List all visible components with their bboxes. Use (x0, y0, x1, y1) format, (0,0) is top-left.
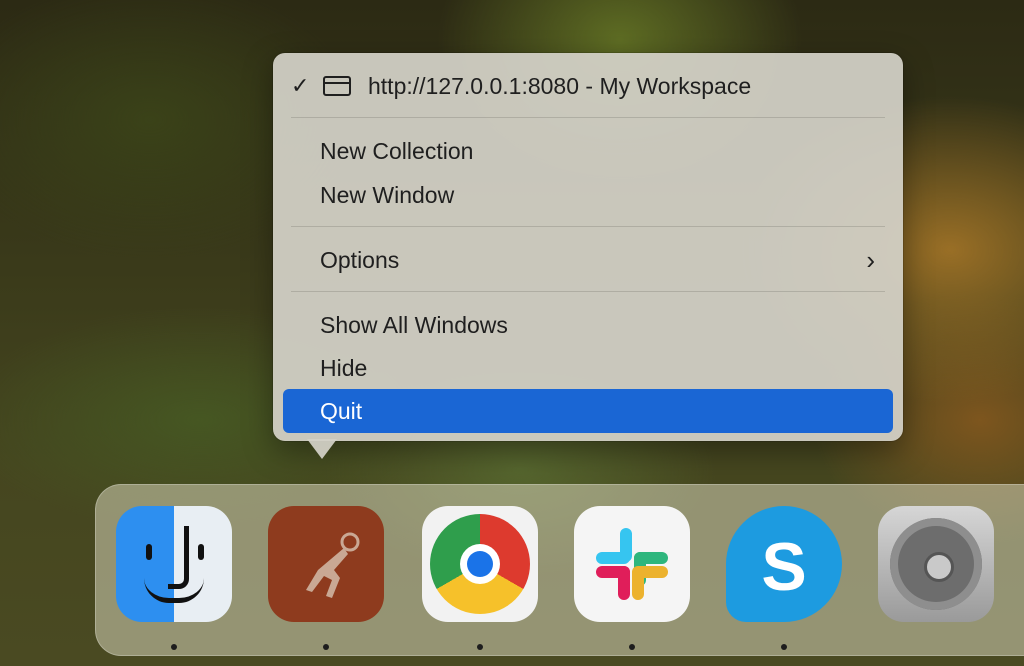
finder-icon[interactable] (116, 506, 232, 622)
chrome-icon[interactable] (422, 506, 538, 622)
menu-item-label: Options (320, 247, 400, 273)
menu-item-label: Hide (320, 355, 368, 381)
menu-item-label: http://127.0.0.1:8080 - My Workspace (368, 73, 752, 99)
skype-s-glyph: S (761, 529, 807, 605)
menu-item-label: New Window (320, 182, 455, 208)
dock-context-menu: ✓ http://127.0.0.1:8080 - My Workspace N… (273, 53, 903, 441)
menu-separator (291, 117, 885, 118)
menu-separator (291, 226, 885, 227)
chrome-core (467, 551, 493, 577)
finder-smile (144, 578, 204, 603)
running-indicator (629, 644, 635, 650)
running-indicator (781, 644, 787, 650)
postman-icon[interactable] (268, 506, 384, 622)
menu-item-label: Quit (320, 398, 363, 424)
menu-item-quit[interactable]: Quit (283, 389, 893, 433)
menu-separator (291, 291, 885, 292)
chevron-right-icon: › (866, 245, 875, 275)
running-indicator (171, 644, 177, 650)
skype-icon[interactable]: S (726, 506, 842, 622)
slack-logo-icon (596, 528, 668, 600)
running-indicator (323, 644, 329, 650)
gear-hub (924, 552, 954, 582)
menu-pointer (307, 439, 337, 459)
chrome-ring (430, 514, 530, 614)
menu-item-new-collection[interactable]: New Collection (283, 131, 893, 171)
finder-eye (146, 544, 152, 560)
menu-item-current-window[interactable]: ✓ http://127.0.0.1:8080 - My Workspace (283, 66, 893, 106)
settings-gear-icon[interactable] (878, 506, 994, 622)
menu-item-show-all-windows[interactable]: Show All Windows (283, 305, 893, 345)
menu-item-options[interactable]: Options › (283, 240, 893, 280)
gear-icon (890, 518, 982, 610)
menu-item-hide[interactable]: Hide (283, 348, 893, 388)
checkmark-icon: ✓ (291, 73, 310, 98)
slack-icon[interactable] (574, 506, 690, 622)
chrome-inner (460, 544, 500, 584)
menu-item-new-window[interactable]: New Window (283, 175, 893, 215)
finder-eye (198, 544, 204, 560)
menu-item-label: Show All Windows (320, 312, 508, 338)
menu-item-label: New Collection (320, 138, 474, 164)
window-icon (323, 76, 351, 96)
postman-astronaut-icon (306, 532, 360, 598)
running-indicator (477, 644, 483, 650)
